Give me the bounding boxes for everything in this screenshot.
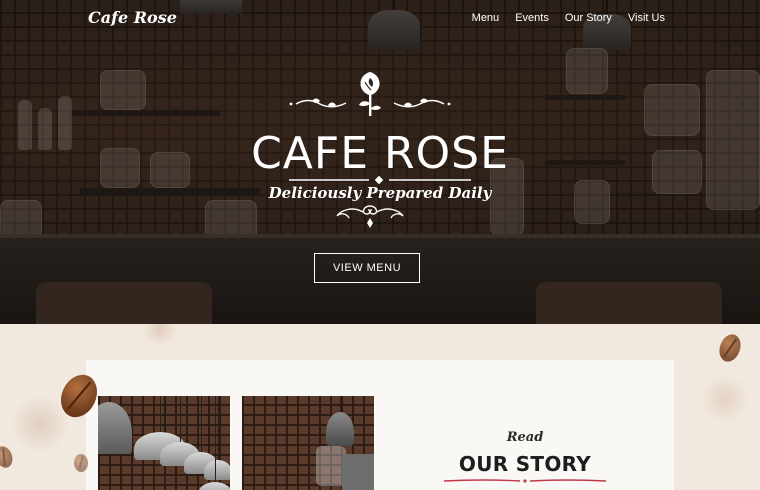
nav-links: Menu Events Our Story Visit Us [472, 12, 665, 24]
view-menu-button[interactable]: VIEW MENU [314, 253, 420, 283]
coffee-bean-icon [0, 443, 16, 471]
rose-icon [359, 72, 381, 116]
nav-link-menu[interactable]: Menu [472, 12, 500, 24]
coffee-bean-icon [74, 454, 88, 472]
story-section: Read OUR STORY [0, 324, 760, 490]
hero-heading-block: CAFE ROSE Deliciously Prepared Daily VIE… [0, 70, 760, 283]
flourish-right-icon [393, 98, 451, 108]
nav-link-events[interactable]: Events [515, 12, 549, 24]
brand-logo[interactable]: Cafe Rose [88, 8, 177, 27]
flourish-left-icon [289, 98, 347, 108]
hero-tagline: Deliciously Prepared Daily [268, 184, 492, 202]
hero-section: Cafe Rose Menu Events Our Story Visit Us [0, 0, 760, 324]
nav-link-our-story[interactable]: Our Story [565, 12, 612, 24]
title-divider [289, 176, 471, 184]
story-photo-counter [242, 396, 374, 490]
story-title: OUR STORY [458, 452, 592, 476]
scroll-ornament-icon [336, 205, 404, 228]
story-pretitle: Read [506, 430, 544, 445]
top-nav: Cafe Rose Menu Events Our Story Visit Us [0, 0, 760, 38]
nav-link-visit-us[interactable]: Visit Us [628, 12, 665, 24]
story-divider [444, 479, 606, 483]
story-photo-lamps [98, 396, 230, 490]
coffee-bean-icon [715, 331, 745, 365]
hero-title: CAFE ROSE [251, 128, 509, 179]
